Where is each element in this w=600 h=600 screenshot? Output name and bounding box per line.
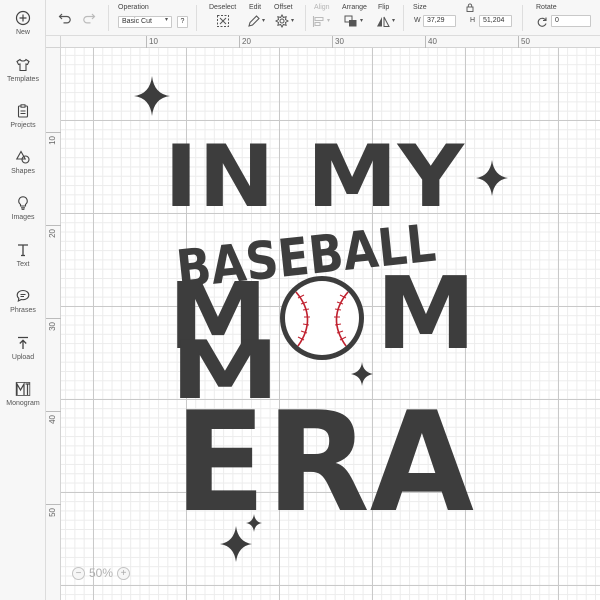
undo-icon[interactable] [58,12,72,24]
chevron-down-icon: ▾ [392,18,396,24]
operation-value: Basic Cut [122,18,152,25]
deselect-label: Deselect [209,4,237,11]
rotate-icon[interactable] [536,16,548,28]
rotate-value: 0 [555,17,559,24]
sidebar-item-monogram[interactable]: Monogram [0,381,46,407]
flip-button[interactable]: ▾ [376,14,395,28]
lightbulb-icon [18,196,28,210]
zoom-control: − 50% + [72,566,131,580]
sidebar-item-text[interactable]: Text [0,242,46,268]
top-toolbar: Operation Basic Cut ▾ ? Deselect Edit ▾ … [46,0,600,36]
height-input[interactable]: 51,204 [479,15,512,27]
sparkle-star [476,160,508,196]
toolbar-divider [108,5,109,31]
pencil-icon [248,14,260,27]
chevron-down-icon: ▾ [360,18,364,24]
width-input[interactable]: 37,29 [423,15,456,27]
text-icon [18,244,28,257]
rotate-label: Rotate [536,4,557,11]
sidebar-item-label: Monogram [6,400,40,407]
align-label: Align [314,4,330,11]
speech-bubble-icon [16,289,30,302]
lock-icon[interactable] [466,3,474,12]
sidebar-item-images[interactable]: Images [0,195,46,221]
design-line-in-my: IN MY [164,127,466,227]
height-prefix: H [470,17,476,24]
toolbar-divider [522,5,523,31]
deselect-button[interactable] [216,14,230,28]
offset-label: Offset [274,4,293,11]
arrange-icon [344,15,357,26]
design-canvas[interactable]: 10 20 30 40 50 10 20 30 40 50 IN MY BASE… [46,36,600,600]
sidebar-item-projects[interactable]: Projects [0,103,46,129]
align-button[interactable]: ▾ [312,14,330,28]
zoom-in-button[interactable]: + [117,566,131,580]
baseball-icon [280,276,364,360]
chevron-down-icon: ▾ [327,18,331,24]
chevron-down-icon: ▾ [262,18,266,24]
design-artwork[interactable]: IN MY BASEBALL M M M ERA [46,36,600,600]
chevron-down-icon: ▾ [291,18,295,24]
sidebar-item-label: Text [16,261,30,268]
edit-label: Edit [249,4,262,11]
flip-label: Flip [378,4,390,11]
sidebar-item-label: Templates [7,76,39,83]
operation-select[interactable]: Basic Cut ▾ [118,16,172,28]
zoom-level: 50% [89,566,114,580]
toolbar-divider [403,5,404,31]
rotate-input[interactable]: 0 [551,15,591,27]
deselect-icon [217,15,229,27]
sidebar-item-label: Images [11,214,35,221]
chevron-down-icon: ▾ [164,17,168,23]
sidebar-item-new[interactable]: New [0,10,46,36]
sidebar-item-templates[interactable]: Templates [0,57,46,83]
redo-icon[interactable] [82,12,96,24]
help-icon: ? [180,18,185,25]
arrange-button[interactable]: ▾ [344,14,363,28]
operation-help-button[interactable]: ? [177,16,188,28]
shapes-icon [15,150,30,164]
sidebar-item-label: Projects [10,122,36,129]
toolbar-divider [196,5,197,31]
edit-button[interactable]: ▾ [247,14,265,28]
arrange-label: Arrange [342,4,367,11]
shirt-icon [16,58,30,72]
sidebar-item-label: Phrases [10,307,36,314]
size-label: Size [413,4,427,11]
offset-icon [275,14,289,28]
height-value: 51,204 [483,17,505,24]
flip-icon [377,16,390,27]
upload-icon [18,336,28,349]
zoom-out-button[interactable]: − [72,566,85,580]
sparkle-star [134,76,170,116]
clipboard-icon [17,104,29,118]
sidebar-item-upload[interactable]: Upload [0,335,46,361]
width-value: 37,29 [427,17,445,24]
sidebar-item-label: New [15,29,30,36]
design-line-era: ERA [174,382,474,543]
sidebar-item-phrases[interactable]: Phrases [0,288,46,314]
width-prefix: W [414,17,421,24]
sidebar-item-shapes[interactable]: Shapes [0,149,46,175]
plus-circle-icon [15,10,31,26]
align-icon [312,15,324,27]
design-letter-m-right: M [376,255,476,372]
offset-button[interactable]: ▾ [275,14,294,28]
operation-label: Operation [118,4,149,11]
sidebar-item-label: Upload [11,354,35,361]
toolbar-divider [305,5,306,31]
left-sidebar: New Templates Projects Shapes Images Tex… [0,0,46,600]
sidebar-item-label: Shapes [11,168,35,175]
monogram-icon [15,381,31,396]
